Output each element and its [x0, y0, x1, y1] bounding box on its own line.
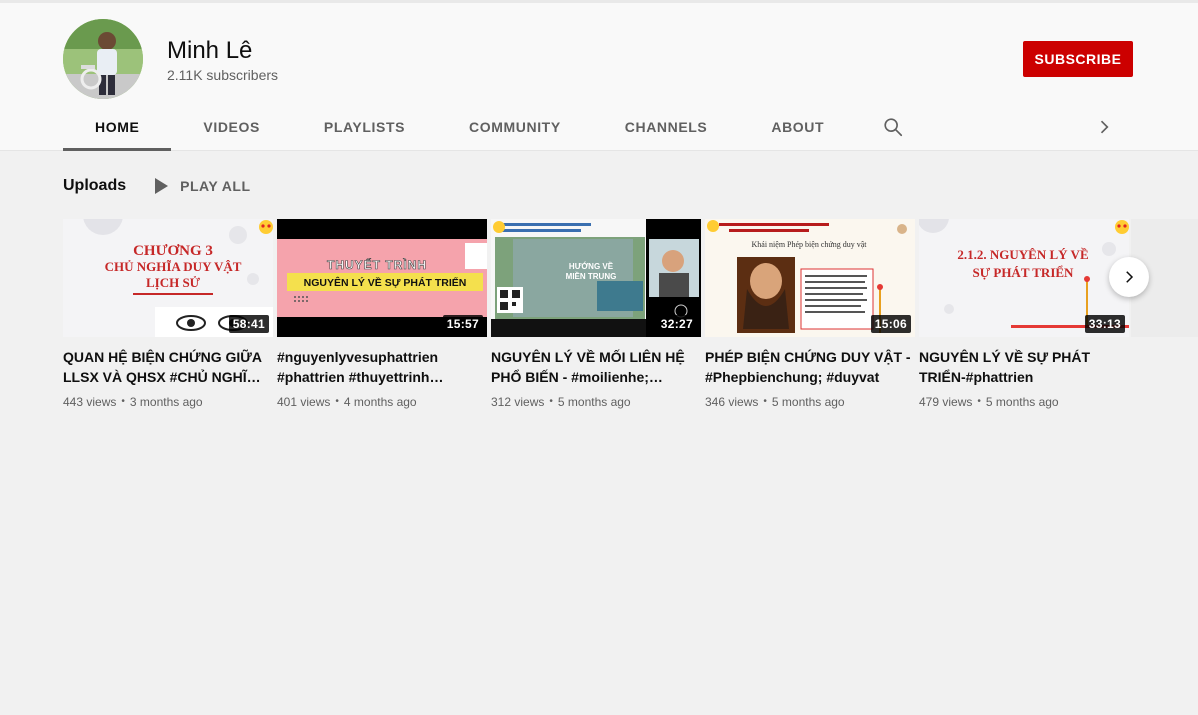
- video-meta: 346 views • 5 months ago: [705, 393, 915, 411]
- channel-search-button[interactable]: [856, 103, 930, 151]
- avatar-image: [63, 19, 143, 99]
- video-card[interactable]: CHƯƠNG 3 CHỦ NGHĨA DUY VẬT LỊCH SỬ 58:41…: [63, 219, 273, 411]
- video-title[interactable]: PHÉP BIỆN CHỨNG DUY VẬT - #Phepbienchung…: [705, 347, 915, 387]
- channel-name: Minh Lê: [167, 37, 253, 64]
- meta-separator: •: [977, 396, 981, 407]
- video-meta: 443 views • 3 months ago: [63, 393, 273, 411]
- tab-channels[interactable]: CHANNELS: [593, 103, 740, 151]
- view-count: 312 views: [491, 395, 545, 409]
- video-title[interactable]: NGUYÊN LÝ VỀ MỐI LIÊN HỆ PHỔ BIẾN - #moi…: [491, 347, 701, 387]
- video-meta: 401 views • 4 months ago: [277, 393, 487, 411]
- upload-age: 5 months ago: [985, 395, 1059, 409]
- thumb-text-line: SỰ PHÁT TRIỂN: [973, 265, 1075, 280]
- view-count: 401 views: [277, 395, 331, 409]
- video-thumbnail[interactable]: HƯỚNG VỀ MIỀN TRUNG 32:27: [491, 219, 701, 337]
- thumb-text-line: 2.1.2. NGUYÊN LÝ VỀ: [957, 247, 1088, 262]
- video-duration: 33:13: [1084, 315, 1125, 333]
- video-thumbnail[interactable]: 2.1.2. NGUYÊN LÝ VỀ SỰ PHÁT TRIỂN 33:13: [919, 219, 1129, 337]
- play-all-button[interactable]: PLAY ALL: [154, 178, 250, 194]
- channel-header: Minh Lê 2.11K subscribers SUBSCRIBE HOME…: [0, 3, 1198, 151]
- upload-age: 5 months ago: [557, 395, 631, 409]
- tab-community[interactable]: COMMUNITY: [437, 103, 593, 151]
- video-duration: 58:41: [228, 315, 269, 333]
- video-thumbnail[interactable]: THUYẾT TRÌNH NGUYÊN LÝ VỀ SỰ PHÁT TRIỂN …: [277, 219, 487, 337]
- video-thumbnail[interactable]: CHƯƠNG 3 CHỦ NGHĨA DUY VẬT LỊCH SỬ 58:41: [63, 219, 273, 337]
- video-duration: 15:57: [442, 315, 483, 333]
- video-meta: 479 views • 5 months ago: [919, 393, 1129, 411]
- section-title[interactable]: Uploads: [63, 177, 126, 195]
- chevron-right-icon: [1100, 120, 1109, 134]
- channel-avatar[interactable]: [63, 19, 143, 99]
- tab-about[interactable]: ABOUT: [739, 103, 856, 151]
- thumb-text-line: THUYẾT TRÌNH: [327, 257, 427, 272]
- search-icon: [884, 118, 903, 137]
- upload-age: 3 months ago: [129, 395, 203, 409]
- view-count: 346 views: [705, 395, 759, 409]
- thumb-text-line: Khái niệm Phép biện chứng duy vật: [752, 240, 868, 249]
- upload-age: 5 months ago: [771, 395, 845, 409]
- thumb-text-line: CHỦ NGHĨA DUY VẬT: [105, 259, 242, 274]
- thumb-text-line: MIỀN TRUNG: [566, 271, 617, 281]
- meta-separator: •: [335, 396, 339, 407]
- video-meta: 312 views • 5 months ago: [491, 393, 701, 411]
- channel-tabs: HOME VIDEOS PLAYLISTS COMMUNITY CHANNELS…: [63, 103, 930, 151]
- tab-home[interactable]: HOME: [63, 103, 172, 151]
- video-title[interactable]: #nguyenlyvesuphattrien #phattrien #thuye…: [277, 347, 487, 387]
- video-title[interactable]: QUAN HỆ BIỆN CHỨNG GIỮA LLSX VÀ QHSX #CH…: [63, 347, 273, 387]
- video-thumbnail[interactable]: Khái niệm Phép biện chứng duy vật 15:06: [705, 219, 915, 337]
- tab-playlists[interactable]: PLAYLISTS: [292, 103, 437, 151]
- subscribe-button[interactable]: SUBSCRIBE: [1023, 41, 1133, 77]
- thumb-text-line: CHƯƠNG 3: [133, 243, 213, 259]
- thumb-text-line: HƯỚNG VỀ: [569, 261, 614, 271]
- uploads-shelf: CHƯƠNG 3 CHỦ NGHĨA DUY VẬT LỊCH SỬ 58:41…: [63, 219, 1198, 419]
- thumb-text-line: LỊCH SỬ: [146, 275, 201, 290]
- video-card[interactable]: 2.1.2. NGUYÊN LÝ VỀ SỰ PHÁT TRIỂN 33:13 …: [919, 219, 1129, 411]
- subscriber-count: 2.11K subscribers: [167, 67, 279, 83]
- shelf-next-button[interactable]: [1109, 257, 1149, 297]
- upload-age: 4 months ago: [343, 395, 417, 409]
- video-duration: 32:27: [656, 315, 697, 333]
- meta-separator: •: [121, 396, 125, 407]
- tabs-next-button[interactable]: [1092, 115, 1116, 139]
- tab-videos[interactable]: VIDEOS: [171, 103, 292, 151]
- view-count: 443 views: [63, 395, 117, 409]
- video-duration: 15:06: [870, 315, 911, 333]
- view-count: 479 views: [919, 395, 973, 409]
- meta-separator: •: [763, 396, 767, 407]
- video-card[interactable]: THUYẾT TRÌNH NGUYÊN LÝ VỀ SỰ PHÁT TRIỂN …: [277, 219, 487, 411]
- play-all-label: PLAY ALL: [180, 178, 251, 194]
- play-icon: [155, 178, 169, 194]
- uploads-section-header: Uploads PLAY ALL: [63, 172, 251, 200]
- meta-separator: •: [549, 396, 553, 407]
- video-title[interactable]: NGUYÊN LÝ VỀ SỰ PHÁT TRIỂN-#phattrien: [919, 347, 1129, 387]
- chevron-right-icon: [1126, 271, 1134, 283]
- thumb-text-line: NGUYÊN LÝ VỀ SỰ PHÁT TRIỂN: [304, 276, 467, 289]
- video-card[interactable]: HƯỚNG VỀ MIỀN TRUNG 32:27 NGUYÊN LÝ VỀ M…: [491, 219, 701, 411]
- video-card[interactable]: Khái niệm Phép biện chứng duy vật 15:06 …: [705, 219, 915, 411]
